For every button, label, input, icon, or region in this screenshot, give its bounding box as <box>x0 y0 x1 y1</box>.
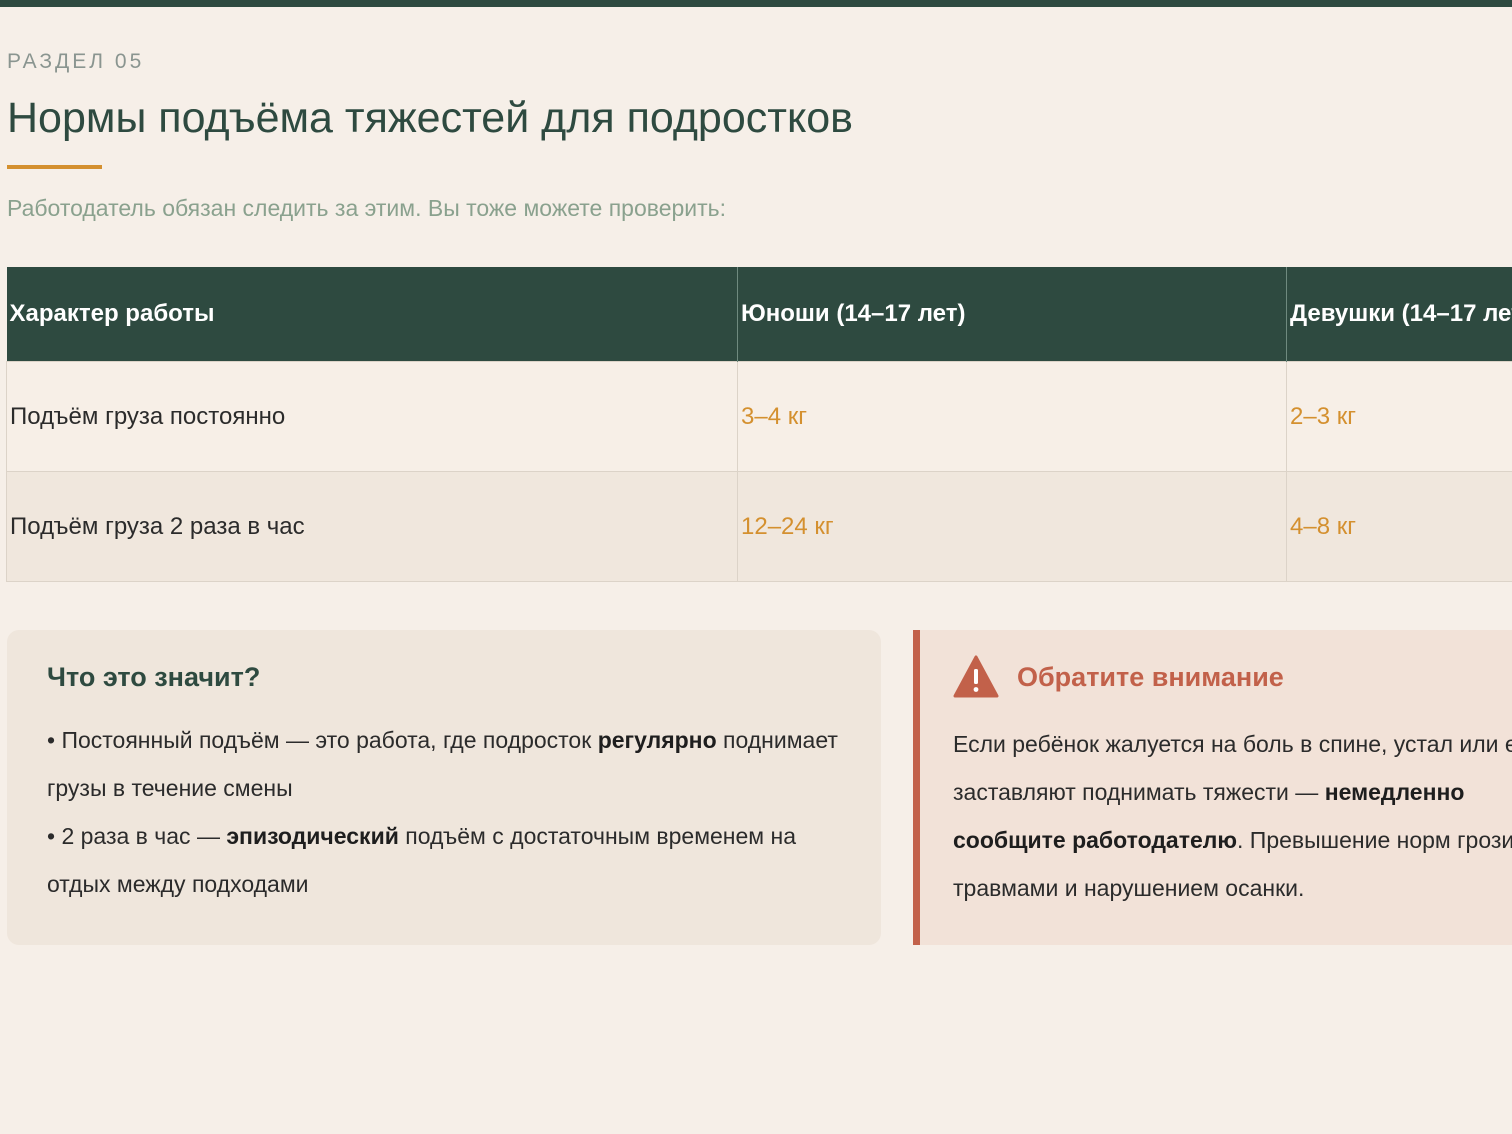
warning-title: Обратите внимание <box>1017 661 1284 692</box>
top-bar <box>0 0 1512 7</box>
meaning-card: Что это значит? • Постоянный подъём — эт… <box>7 630 881 945</box>
intro-text: Работодатель обязан следить за этим. Вы … <box>7 195 727 221</box>
title-underline <box>7 165 102 169</box>
header-work-type: Характер работы <box>6 267 738 362</box>
warning-card: Обратите внимание Если ребёнок жалуется … <box>913 630 1512 945</box>
meaning-item-text: • Постоянный подъём — это работа, где по… <box>47 727 598 753</box>
warning-triangle-icon <box>953 655 999 698</box>
page-title: Нормы подъёма тяжестей для подростков <box>7 94 853 142</box>
meaning-item-constant: • Постоянный подъём — это работа, где по… <box>47 716 841 812</box>
meaning-item-emphasis: регулярно <box>597 727 717 753</box>
section-label: РАЗДЕЛ 05 <box>7 50 145 73</box>
cell-work-type: Подъём груза 2 раза в час <box>6 471 738 582</box>
cell-girls-norm: 2–3 кг <box>1286 361 1512 472</box>
warning-header: Обратите внимание <box>953 654 1512 700</box>
meaning-item-episodic: • 2 раза в час — эпизодический подъём с … <box>47 812 841 908</box>
cell-boys-norm: 3–4 кг <box>737 361 1287 472</box>
meaning-item-text: • 2 раза в час — <box>47 823 227 849</box>
cell-girls-norm: 4–8 кг <box>1286 471 1512 582</box>
page: РАЗДЕЛ 05 Нормы подъёма тяжестей для под… <box>0 0 1512 1134</box>
table-row: Подъём груза постоянно 3–4 кг 2–3 кг <box>6 361 1512 472</box>
meaning-title: Что это значит? <box>47 662 261 692</box>
table-header-row: Характер работы Юноши (14–17 лет) Девушк… <box>6 267 1512 362</box>
header-girls: Девушки (14–17 лет) <box>1286 267 1512 362</box>
meaning-item-emphasis: эпизодический <box>226 823 399 849</box>
cell-boys-norm: 12–24 кг <box>737 471 1287 582</box>
table-row: Подъём груза 2 раза в час 12–24 кг 4–8 к… <box>6 471 1512 582</box>
norms-table: Характер работы Юноши (14–17 лет) Девушк… <box>6 267 1512 582</box>
warning-text: Если ребёнок жалуется на боль в спине, у… <box>953 720 1512 912</box>
header-boys: Юноши (14–17 лет) <box>737 267 1287 362</box>
cell-work-type: Подъём груза постоянно <box>6 361 738 472</box>
